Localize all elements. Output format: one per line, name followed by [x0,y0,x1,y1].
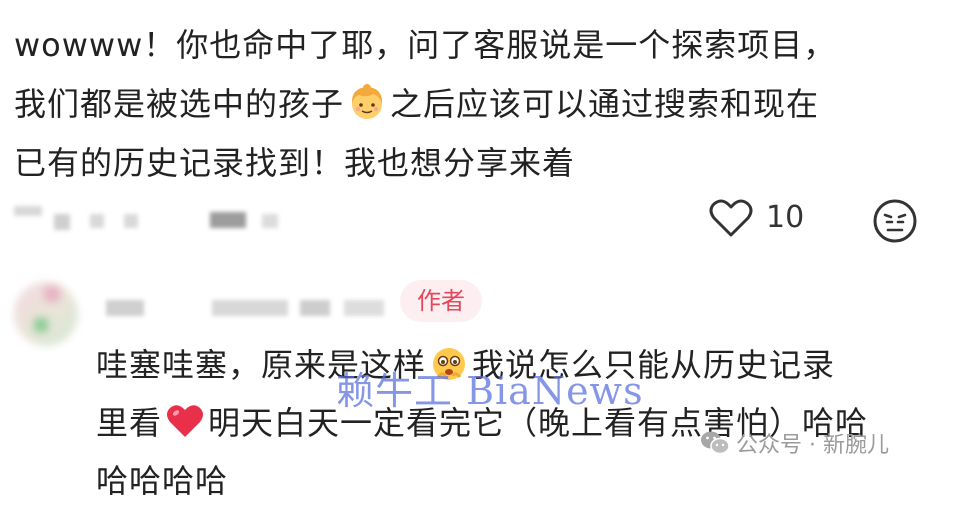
reply-line-2-before: 里看 [96,404,163,442]
blurred-date [14,206,42,216]
blurred-location [262,214,278,228]
comment-text: wowww！你也命中了耶，问了客服说是一个探索项目， 我们都是被选中的孩子 之后… [14,16,914,193]
blurred-location [210,212,246,228]
blurred-username [106,300,144,316]
wechat-source-label: 公众号 · 新腕儿 [736,433,889,458]
meh-face-icon[interactable] [872,198,918,244]
comment-line-2-before: 我们都是被选中的孩子 [14,85,345,123]
comment-line-2: 我们都是被选中的孩子 之后应该可以通过搜索和现在 [14,75,914,134]
reply-line-3: 哈哈哈哈 [96,462,229,500]
blurred-username [300,300,330,316]
heart-like-icon[interactable] [708,196,754,240]
like-count: 10 [766,200,805,235]
comment-line-2-after: 之后应该可以通过搜索和现在 [390,85,820,123]
girl-face-icon [351,84,383,119]
comment-meta-blurred [14,194,944,244]
blurred-date [54,214,70,230]
comment-line-1: wowww！你也命中了耶，问了客服说是一个探索项目， [14,26,837,64]
watermark: 赖牛工 BiaNews [336,369,644,413]
wechat-source-tag: 公众号 · 新腕儿 [700,428,889,458]
wechat-icon [701,431,730,455]
comment-line-3: 已有的历史记录找到！我也想分享来着 [14,144,576,182]
red-heart-icon [167,405,204,437]
blurred-username [344,300,384,316]
avatar[interactable] [14,282,78,346]
blurred-date [124,214,138,228]
blurred-username [212,300,288,316]
blurred-date [90,214,104,228]
author-badge: 作者 [400,280,482,322]
